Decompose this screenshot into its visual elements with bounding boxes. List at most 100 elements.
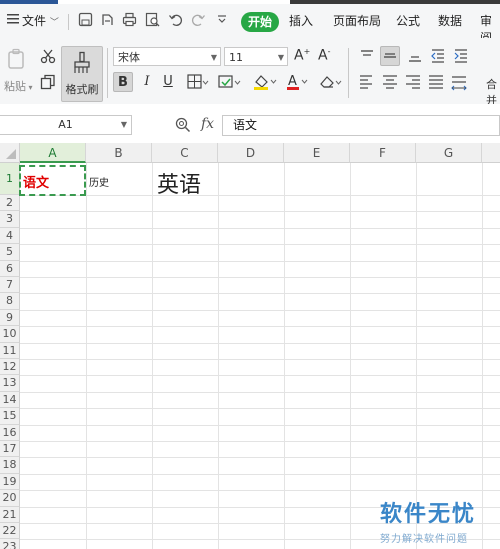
gridline [20, 211, 500, 213]
paste-button[interactable]: 粘贴 ▾ [4, 78, 33, 94]
copy-icon[interactable] [40, 74, 56, 93]
insert-function-button[interactable]: fx [201, 116, 214, 132]
divider [348, 48, 349, 98]
tab-page-layout[interactable]: 页面布局 [333, 12, 381, 29]
row-header-1[interactable]: 1 [0, 163, 20, 195]
underline-button[interactable]: U [161, 72, 175, 92]
column-header-b[interactable]: B [86, 143, 152, 163]
row-header-14[interactable]: 14 [0, 391, 20, 409]
row-header-22[interactable]: 22 [0, 523, 20, 540]
decrease-font-size-icon[interactable]: A- [318, 47, 330, 64]
name-box-value: A1 [58, 118, 73, 131]
cell-fill-style-icon[interactable] [218, 74, 242, 93]
row-header-12[interactable]: 12 [0, 359, 20, 376]
chevron-down-icon: ▼ [210, 53, 217, 62]
row-header-5[interactable]: 5 [0, 244, 20, 261]
italic-button[interactable]: I [140, 72, 154, 92]
print-preview-icon[interactable] [145, 12, 161, 28]
hamburger-menu-icon[interactable] [6, 12, 22, 28]
redo-icon[interactable] [191, 12, 207, 28]
row-header-9[interactable]: 9 [0, 309, 20, 327]
increase-indent-icon[interactable] [451, 46, 471, 66]
gridline [20, 375, 500, 377]
tab-formulas[interactable]: 公式 [396, 12, 420, 29]
column-header-g[interactable]: G [416, 143, 482, 163]
row-header-10[interactable]: 10 [0, 326, 20, 343]
row-header-18[interactable]: 18 [0, 457, 20, 474]
tab-home[interactable]: 开始 [241, 12, 279, 32]
align-right-icon[interactable] [403, 72, 423, 92]
font-name-select[interactable]: 宋体 ▼ [113, 47, 221, 66]
row-header-23[interactable]: 23 [0, 539, 20, 549]
select-all-corner[interactable] [0, 143, 20, 163]
row-header-17[interactable]: 17 [0, 441, 20, 458]
row-header-13[interactable]: 13 [0, 375, 20, 392]
tab-data[interactable]: 数据 [438, 12, 462, 29]
cell-c1[interactable]: 英语 [157, 167, 201, 199]
export-pdf-icon[interactable] [100, 12, 116, 28]
align-bottom-icon[interactable] [405, 46, 425, 66]
row-header-3[interactable]: 3 [0, 211, 20, 228]
format-painter-icon [74, 51, 90, 73]
column-header-f[interactable]: F [350, 143, 416, 163]
gridline [20, 441, 500, 442]
cut-icon[interactable] [40, 48, 56, 67]
gridline [20, 391, 500, 393]
format-painter-label: 格式刷 [65, 83, 99, 96]
cell-b1[interactable]: 历史 [89, 174, 109, 189]
decrease-indent-icon[interactable] [428, 46, 448, 66]
paste-icon[interactable] [6, 48, 26, 73]
row-header-6[interactable]: 6 [0, 260, 20, 277]
row-header-21[interactable]: 21 [0, 506, 20, 523]
row-header-7[interactable]: 7 [0, 277, 20, 294]
file-menu-label: 文件 [22, 14, 47, 28]
print-icon[interactable] [122, 12, 138, 28]
row-header-4[interactable]: 4 [0, 227, 20, 245]
format-painter-button[interactable]: 格式刷 [61, 46, 103, 102]
tab-insert[interactable]: 插入 [289, 12, 313, 29]
gridline [482, 163, 483, 549]
font-size-select[interactable]: 11 ▼ [224, 47, 288, 66]
fill-color-icon[interactable] [252, 73, 278, 94]
gridline [20, 457, 500, 459]
column-header-d[interactable]: D [218, 143, 284, 163]
row-header-8[interactable]: 8 [0, 293, 20, 310]
zoom-search-icon[interactable] [175, 117, 191, 137]
row-header-19[interactable]: 19 [0, 473, 20, 491]
save-icon[interactable] [78, 12, 94, 28]
file-menu[interactable]: 文件 ﹀ [22, 12, 59, 29]
distributed-align-icon[interactable] [449, 72, 469, 92]
align-middle-icon[interactable] [380, 46, 400, 66]
row-header-20[interactable]: 20 [0, 490, 20, 507]
name-box[interactable]: A1 ▼ [0, 115, 132, 135]
chevron-down-icon: ▼ [277, 53, 284, 62]
align-left-icon[interactable] [357, 72, 377, 92]
gridline [350, 163, 351, 549]
align-center-icon[interactable] [380, 72, 400, 92]
clear-format-icon[interactable] [318, 74, 344, 93]
formula-bar: A1 ▼ fx 语文 [0, 104, 500, 144]
row-header-2[interactable]: 2 [0, 195, 20, 212]
formula-input[interactable]: 语文 [222, 115, 500, 136]
justify-icon[interactable] [426, 72, 446, 92]
increase-font-size-icon[interactable]: A+ [294, 47, 310, 64]
gridline [20, 490, 500, 492]
undo-icon[interactable] [168, 12, 184, 28]
align-top-icon[interactable] [357, 46, 377, 66]
watermark: 软件无忧 努力解决软件问题 [380, 496, 476, 545]
row-header-15[interactable]: 15 [0, 408, 20, 425]
column-header-c[interactable]: C [152, 143, 218, 163]
font-color-icon[interactable]: A [285, 73, 311, 94]
quick-access-dropdown-icon[interactable] [216, 12, 232, 28]
gridline [20, 342, 500, 344]
column-header-a[interactable]: A [20, 143, 86, 163]
row-header-16[interactable]: 16 [0, 424, 20, 441]
gridline [20, 260, 500, 262]
column-header-e[interactable]: E [284, 143, 350, 163]
bold-button[interactable]: B [113, 72, 133, 92]
menu-bar: 文件 ﹀ 开始 插入 页面布局 公式 数据 审阅 [0, 4, 500, 45]
borders-icon[interactable] [187, 74, 209, 93]
row-header-11[interactable]: 11 [0, 342, 20, 359]
column-header-h[interactable] [482, 143, 500, 163]
gridline [416, 163, 417, 549]
